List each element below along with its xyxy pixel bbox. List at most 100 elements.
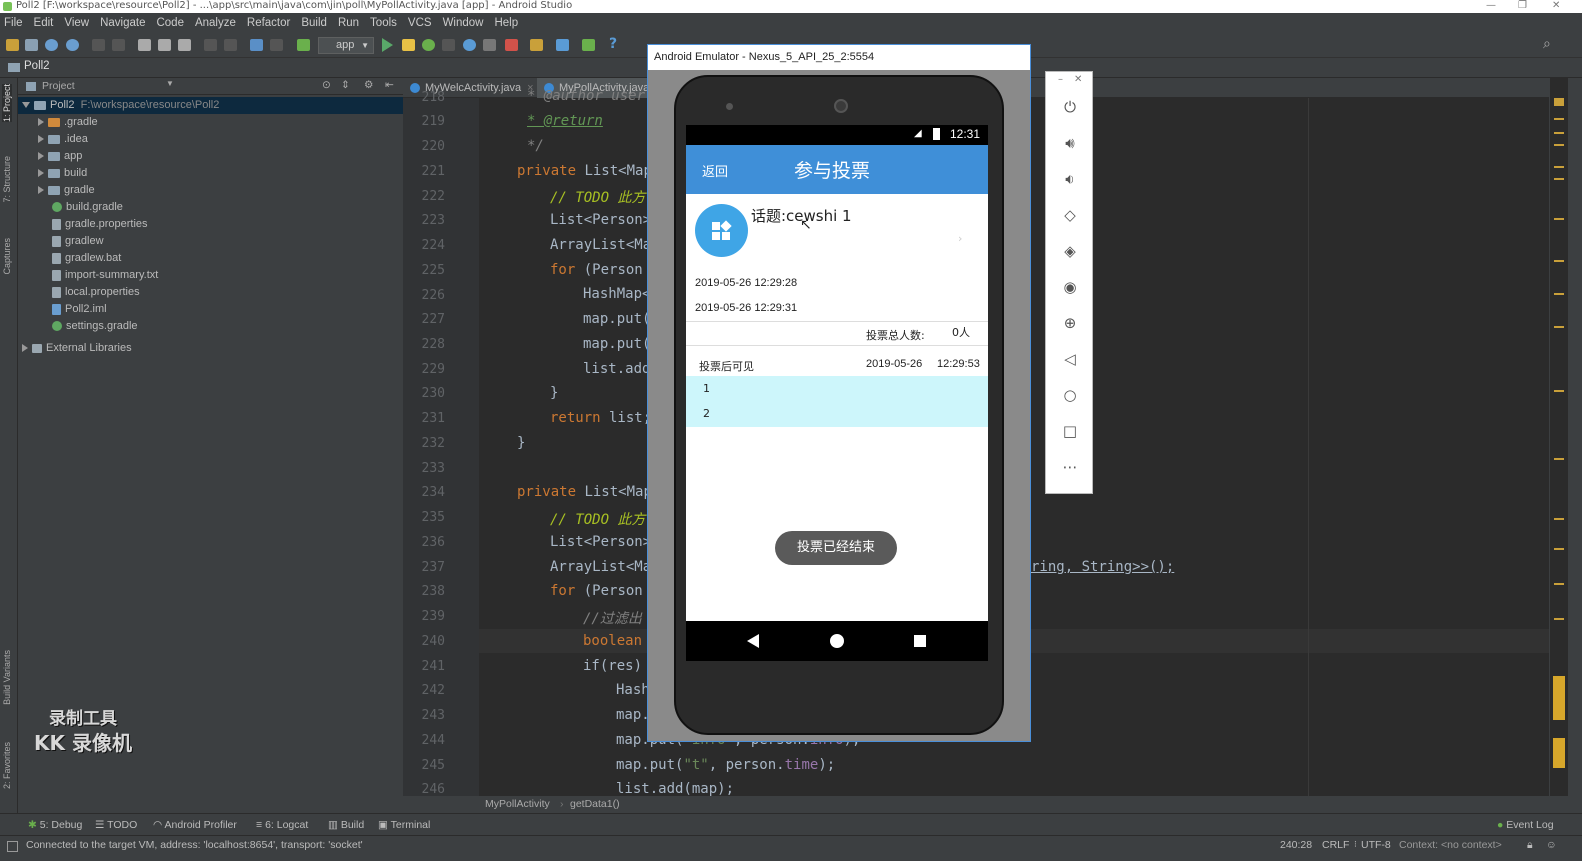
tree-item-gradle-dir[interactable]: .gradle bbox=[18, 114, 98, 131]
menu-tools[interactable]: Tools bbox=[370, 17, 397, 29]
close-icon[interactable]: ✕ bbox=[1552, 0, 1560, 12]
chevron-down-icon[interactable]: ▼ bbox=[166, 79, 174, 88]
sdk-manager-icon[interactable] bbox=[530, 39, 543, 51]
toggle-tool-windows-icon[interactable] bbox=[7, 841, 18, 852]
home-icon[interactable]: ○ bbox=[1061, 386, 1079, 404]
tab-project[interactable]: 1: Project bbox=[2, 84, 12, 123]
option-item[interactable]: 1 bbox=[703, 382, 710, 395]
tab-build[interactable]: ▥ Build bbox=[328, 819, 364, 831]
minimize-icon[interactable]: — bbox=[1486, 0, 1496, 12]
volume-up-icon[interactable]: 🔊︎ bbox=[1061, 134, 1079, 152]
menu-code[interactable]: Code bbox=[156, 17, 184, 29]
warning-marker[interactable] bbox=[1554, 583, 1564, 585]
warning-marker[interactable] bbox=[1554, 518, 1564, 520]
profile-icon[interactable] bbox=[463, 39, 476, 51]
camera-icon[interactable]: ◉ bbox=[1061, 278, 1079, 296]
warning-marker[interactable] bbox=[1554, 618, 1564, 620]
warning-marker[interactable] bbox=[1554, 390, 1564, 392]
undo-icon[interactable] bbox=[92, 39, 105, 51]
warning-marker[interactable] bbox=[1554, 132, 1564, 134]
vote-ended-button[interactable]: 投票已经结束 bbox=[775, 531, 897, 565]
tree-item-import-summary[interactable]: import-summary.txt bbox=[18, 267, 158, 284]
tree-item-settings-gradle[interactable]: settings.gradle bbox=[18, 318, 138, 335]
tree-item-gradle-properties[interactable]: gradle.properties bbox=[18, 216, 148, 233]
apply-changes-icon[interactable] bbox=[402, 39, 415, 51]
warning-marker[interactable] bbox=[1554, 178, 1564, 180]
rotate-left-icon[interactable]: ◇ bbox=[1061, 206, 1079, 224]
warning-marker[interactable] bbox=[1554, 326, 1564, 328]
warning-marker[interactable] bbox=[1554, 144, 1564, 146]
run-config-select[interactable]: app ▼ bbox=[318, 37, 374, 54]
warning-marker[interactable] bbox=[1554, 548, 1564, 550]
rotate-right-icon[interactable]: ◈ bbox=[1061, 242, 1079, 260]
cut-icon[interactable] bbox=[138, 39, 151, 51]
warning-marker[interactable] bbox=[1554, 118, 1564, 120]
help-icon[interactable]: ? bbox=[609, 36, 617, 52]
menu-refactor[interactable]: Refactor bbox=[247, 17, 290, 29]
warning-marker[interactable] bbox=[1554, 218, 1564, 220]
project-view-select[interactable]: Project bbox=[42, 80, 75, 92]
scroll-from-source-icon[interactable]: ⊙ bbox=[322, 79, 331, 91]
open-icon[interactable] bbox=[6, 39, 19, 51]
warning-marker[interactable] bbox=[1554, 458, 1564, 460]
menu-help[interactable]: Help bbox=[494, 17, 518, 29]
warning-marker[interactable] bbox=[1554, 293, 1564, 295]
nav-recents-icon[interactable] bbox=[914, 635, 926, 647]
tab-captures[interactable]: Captures bbox=[2, 238, 12, 275]
tab-structure[interactable]: 7: Structure bbox=[2, 156, 12, 203]
file-encoding[interactable]: UTF-8 bbox=[1361, 839, 1391, 851]
back-button[interactable]: 返回 bbox=[702, 161, 728, 180]
paste-icon[interactable] bbox=[178, 39, 191, 51]
option-item[interactable]: 2 bbox=[703, 407, 710, 420]
tab-build-variants[interactable]: Build Variants bbox=[2, 650, 12, 705]
warning-marker[interactable] bbox=[1554, 166, 1564, 168]
line-separator[interactable]: CRLF bbox=[1322, 839, 1349, 851]
nav-home-icon[interactable] bbox=[830, 634, 844, 648]
menu-build[interactable]: Build bbox=[301, 17, 327, 29]
warning-marker[interactable] bbox=[1554, 260, 1564, 262]
gear-icon[interactable]: ⚙ bbox=[364, 79, 373, 91]
tree-item-poll2-iml[interactable]: Poll2.iml bbox=[18, 301, 107, 318]
inspector-icon[interactable]: ☺ bbox=[1546, 839, 1557, 851]
tab-debug[interactable]: ✱ 5: Debug bbox=[28, 819, 82, 831]
menu-vcs[interactable]: VCS bbox=[408, 17, 432, 29]
scrollbar-thumb[interactable] bbox=[1553, 676, 1565, 720]
refresh-icon[interactable] bbox=[66, 39, 79, 51]
debug-icon[interactable] bbox=[422, 39, 435, 51]
tab-todo[interactable]: ☰ TODO bbox=[95, 819, 137, 831]
menu-navigate[interactable]: Navigate bbox=[100, 17, 145, 29]
run-icon[interactable] bbox=[382, 38, 393, 52]
hide-panel-icon[interactable]: ⇤ bbox=[385, 79, 394, 91]
back-icon[interactable]: ◁ bbox=[1061, 350, 1079, 368]
warning-block[interactable] bbox=[1553, 738, 1565, 768]
attach-debugger-icon[interactable] bbox=[483, 39, 496, 51]
make-icon[interactable] bbox=[297, 39, 310, 51]
tab-terminal[interactable]: ▣ Terminal bbox=[378, 819, 430, 831]
tree-item-build-gradle[interactable]: build.gradle bbox=[18, 199, 123, 216]
power-icon[interactable]: ⏻ bbox=[1061, 98, 1079, 116]
tab-favorites[interactable]: 2: Favorites bbox=[2, 742, 12, 789]
more-icon[interactable]: ⋯ bbox=[1061, 458, 1079, 476]
tab-logcat[interactable]: ≡ 6: Logcat bbox=[256, 819, 308, 831]
search-icon[interactable]: ⌕ bbox=[1543, 36, 1551, 52]
tab-event-log[interactable]: ● Event Log bbox=[1497, 819, 1554, 831]
zoom-icon[interactable]: ⊕ bbox=[1061, 314, 1079, 332]
tree-root[interactable]: Poll2 F:\workspace\resource\Poll2 bbox=[18, 97, 403, 114]
chevron-right-icon[interactable]: › bbox=[958, 232, 962, 245]
tab-android-profiler[interactable]: ◠ Android Profiler bbox=[153, 819, 237, 831]
tree-item-external-libraries[interactable]: External Libraries bbox=[18, 340, 132, 357]
menu-file[interactable]: File bbox=[4, 17, 23, 29]
close-icon[interactable]: ✕ bbox=[1074, 74, 1082, 85]
collapse-all-icon[interactable]: ⇕ bbox=[341, 79, 350, 91]
nav-back-icon[interactable] bbox=[747, 634, 759, 648]
copy-icon[interactable] bbox=[158, 39, 171, 51]
volume-down-icon[interactable]: 🔉︎ bbox=[1061, 170, 1079, 188]
redo-icon[interactable] bbox=[112, 39, 125, 51]
overview-icon[interactable]: □ bbox=[1061, 422, 1079, 440]
minimize-icon[interactable]: – bbox=[1058, 74, 1063, 85]
avd-manager-icon[interactable] bbox=[556, 39, 569, 51]
sync-icon[interactable] bbox=[45, 39, 58, 51]
menu-run[interactable]: Run bbox=[338, 17, 359, 29]
tree-item-gradlew-bat[interactable]: gradlew.bat bbox=[18, 250, 121, 267]
error-stripe[interactable] bbox=[1549, 78, 1568, 796]
